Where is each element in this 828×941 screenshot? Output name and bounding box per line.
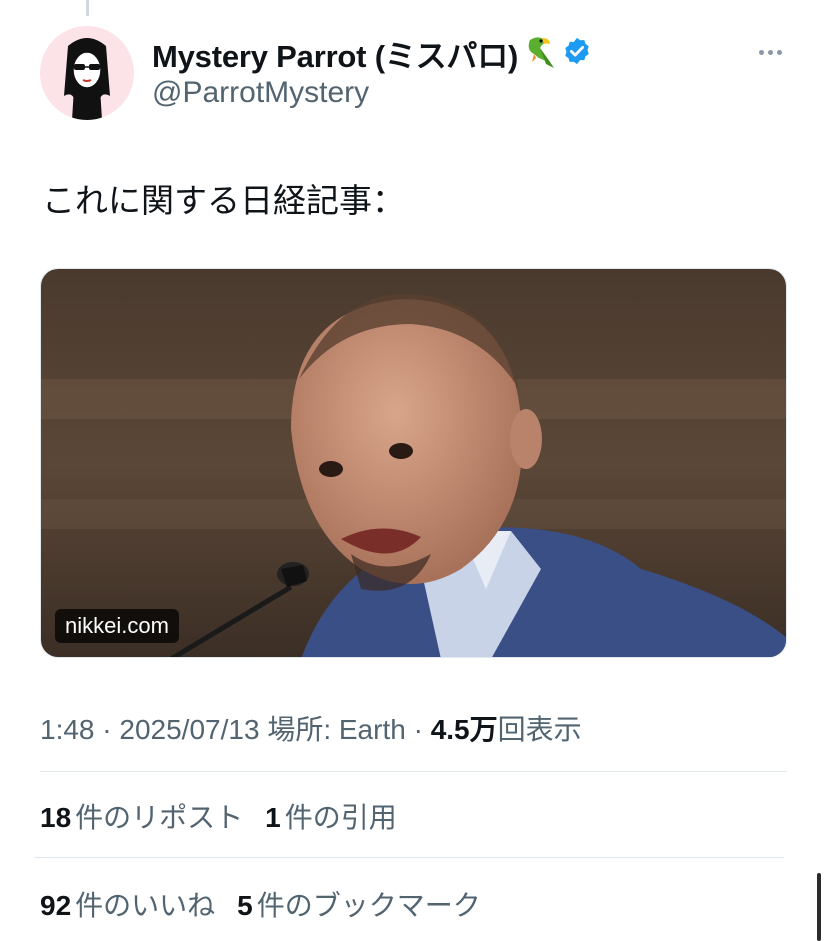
separator-dot: ·	[405, 714, 431, 745]
news-photo-speaker-at-microphone	[41, 269, 786, 657]
engagement-row-reposts: 18 件のリポスト 1 件の引用	[40, 796, 397, 836]
bookmarks-count: 5	[237, 890, 253, 921]
views-count[interactable]: 4.5万	[431, 708, 498, 748]
reposts-label: 件のリポスト	[75, 802, 244, 833]
author-block: Mystery Parrot (ミスパロ) @ParrotMystery	[152, 34, 592, 110]
author-display-name[interactable]: Mystery Parrot (ミスパロ)	[152, 31, 518, 76]
bookmarks-link[interactable]: 5 件のブックマーク	[237, 884, 481, 924]
more-dot-icon	[767, 49, 773, 55]
divider	[34, 857, 784, 858]
tweet-metadata: 1:48 · 2025/07/13 場所: Earth · 4.5万 回表示	[40, 708, 582, 748]
engagement-row-likes: 92 件のいいね 5 件のブックマーク	[40, 884, 481, 924]
verified-badge-icon[interactable]	[562, 36, 592, 71]
reposts-count: 18	[40, 802, 72, 833]
quotes-count: 1	[265, 802, 281, 833]
tweet-location: 場所: Earth	[267, 714, 406, 745]
author-handle[interactable]: @ParrotMystery	[152, 76, 592, 110]
avatar-illustration	[64, 38, 110, 120]
likes-count: 92	[40, 890, 72, 921]
scrollbar[interactable]	[817, 873, 821, 941]
link-card-image[interactable]: nikkei.com	[40, 268, 787, 658]
bookmarks-label: 件のブックマーク	[256, 890, 481, 921]
parrot-icon	[520, 32, 558, 75]
thread-connector-line	[86, 0, 89, 16]
likes-label: 件のいいね	[75, 890, 216, 921]
tweet-date[interactable]: 2025/07/13	[119, 714, 259, 746]
avatar[interactable]	[40, 26, 134, 120]
separator-dot: ·	[94, 714, 120, 745]
reposts-link[interactable]: 18 件のリポスト	[40, 796, 243, 836]
author-name-row[interactable]: Mystery Parrot (ミスパロ)	[152, 32, 592, 75]
tweet-text: これに関する日経記事：	[42, 182, 405, 219]
likes-link[interactable]: 92 件のいいね	[40, 884, 215, 924]
link-source-domain: nikkei.com	[55, 609, 179, 643]
more-options-button[interactable]	[752, 40, 788, 64]
views-label: 回表示	[497, 714, 582, 745]
quotes-label: 件の引用	[284, 802, 397, 833]
tweet-time[interactable]: 1:48	[40, 714, 95, 746]
divider	[40, 771, 787, 772]
quotes-link[interactable]: 1 件の引用	[265, 796, 397, 836]
more-dot-icon	[758, 49, 764, 55]
more-dot-icon	[776, 49, 782, 55]
